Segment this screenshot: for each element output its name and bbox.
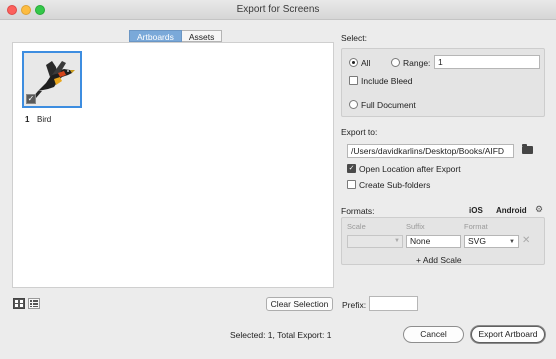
window-title: Export for Screens xyxy=(236,4,320,15)
full-document-radio[interactable] xyxy=(349,100,358,109)
include-bleed-checkbox[interactable] xyxy=(349,76,358,85)
all-radio[interactable] xyxy=(349,58,358,67)
export-to-label: Export to: xyxy=(341,127,378,137)
artboard-grid: ✓ 1 Bird xyxy=(12,42,334,288)
gear-icon[interactable]: ⚙ xyxy=(535,205,544,214)
artboard-checkbox[interactable]: ✓ xyxy=(26,94,36,104)
create-subfolders-label: Create Sub-folders xyxy=(359,180,431,190)
prefix-input[interactable] xyxy=(369,296,418,311)
format-column-header: Format xyxy=(464,222,488,231)
scale-column-header: Scale xyxy=(347,222,366,231)
range-input[interactable]: 1 xyxy=(434,55,540,69)
full-document-label: Full Document xyxy=(361,100,416,110)
grid-view-icon[interactable] xyxy=(13,298,25,309)
suffix-input[interactable]: None xyxy=(406,235,461,248)
artboard-name[interactable]: Bird xyxy=(37,115,51,124)
add-scale-button[interactable]: + Add Scale xyxy=(416,255,462,265)
tab-artboards[interactable]: Artboards xyxy=(129,30,182,42)
range-label: Range: xyxy=(403,58,431,68)
export-summary: Selected: 1, Total Export: 1 xyxy=(230,330,332,340)
open-location-label: Open Location after Export xyxy=(359,164,461,174)
format-value: SVG xyxy=(468,236,486,246)
formats-label: Formats: xyxy=(341,206,375,216)
folder-icon[interactable] xyxy=(522,144,533,154)
open-location-checkbox[interactable]: ✓ xyxy=(347,164,356,173)
clear-selection-button[interactable]: Clear Selection xyxy=(266,297,333,311)
title-bar: Export for Screens xyxy=(0,0,556,20)
suffix-column-header: Suffix xyxy=(406,222,425,231)
list-view-icon[interactable] xyxy=(28,298,40,309)
format-select[interactable]: SVG ▼ xyxy=(464,235,519,248)
chevron-down-icon: ▼ xyxy=(509,239,515,245)
select-label: Select: xyxy=(341,33,367,43)
ios-preset-button[interactable]: iOS xyxy=(469,206,483,215)
remove-scale-icon: ✕ xyxy=(522,235,531,246)
chevron-down-icon: ▼ xyxy=(394,238,400,244)
artboard-thumbnail[interactable]: ✓ xyxy=(22,51,82,108)
panel-tabs: Artboards Assets xyxy=(129,30,223,42)
tab-assets[interactable]: Assets xyxy=(181,30,223,42)
select-box: All Range: 1 Include Bleed Full Document xyxy=(341,48,545,117)
export-path-field[interactable]: /Users/davidkarlins/Desktop/Books/AIFD xyxy=(347,144,514,158)
cancel-button[interactable]: Cancel xyxy=(403,326,464,343)
android-preset-button[interactable]: Android xyxy=(496,206,527,215)
range-radio[interactable] xyxy=(391,58,400,67)
prefix-label: Prefix: xyxy=(342,300,367,310)
all-label: All xyxy=(361,58,371,68)
export-artboard-button[interactable]: Export Artboard xyxy=(471,326,545,343)
scale-select: ▼ xyxy=(347,235,403,248)
create-subfolders-checkbox[interactable] xyxy=(347,180,356,189)
artboard-number: 1 xyxy=(25,115,30,124)
include-bleed-label: Include Bleed xyxy=(361,76,413,86)
